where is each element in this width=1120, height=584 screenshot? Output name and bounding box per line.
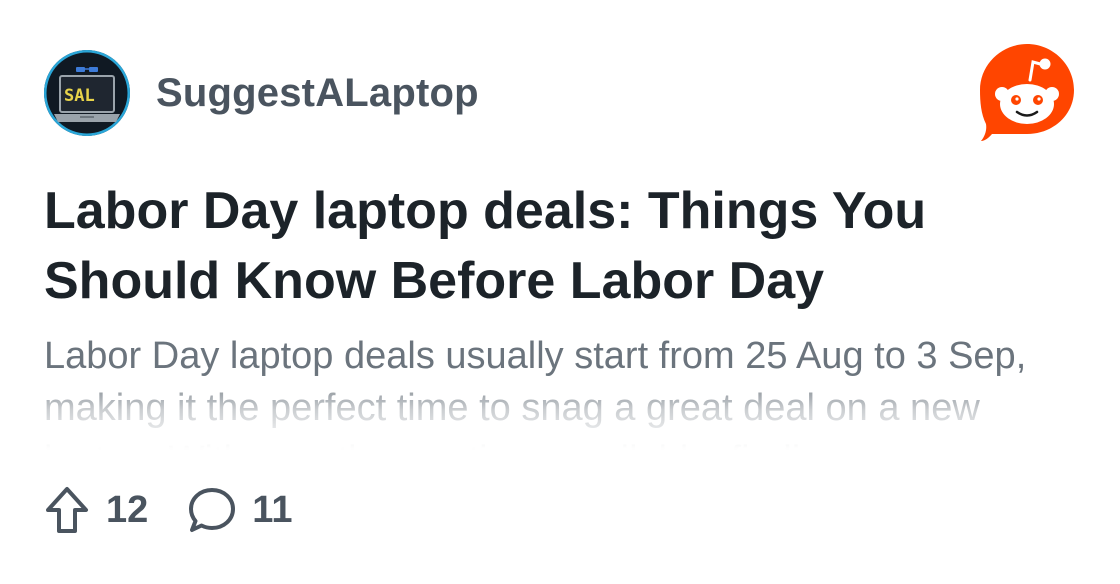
- upvote-count: 12: [106, 488, 149, 531]
- avatar-text: SAL: [64, 86, 95, 106]
- post-body-text: Labor Day laptop deals usually start fro…: [44, 335, 1027, 450]
- post-header: SAL SuggestALaptop: [44, 50, 479, 136]
- post-body-preview: Labor Day laptop deals usually start fro…: [44, 330, 1084, 450]
- subreddit-avatar[interactable]: SAL: [44, 50, 130, 136]
- subreddit-name[interactable]: SuggestALaptop: [156, 71, 479, 116]
- post-title[interactable]: Labor Day laptop deals: Things You Shoul…: [44, 176, 1074, 316]
- post-card[interactable]: SAL SuggestALaptop Labor Day laptop deal…: [0, 0, 1120, 584]
- upvote-button[interactable]: 12: [44, 486, 148, 534]
- svg-text:SAL: SAL: [64, 86, 95, 106]
- comment-bubble-icon: [189, 488, 236, 532]
- reddit-logo-icon[interactable]: [978, 42, 1076, 142]
- comment-count: 11: [252, 488, 293, 531]
- upvote-arrow-icon: [46, 487, 88, 533]
- comments-button[interactable]: 11: [188, 486, 292, 534]
- post-actions: 12 11: [44, 484, 332, 536]
